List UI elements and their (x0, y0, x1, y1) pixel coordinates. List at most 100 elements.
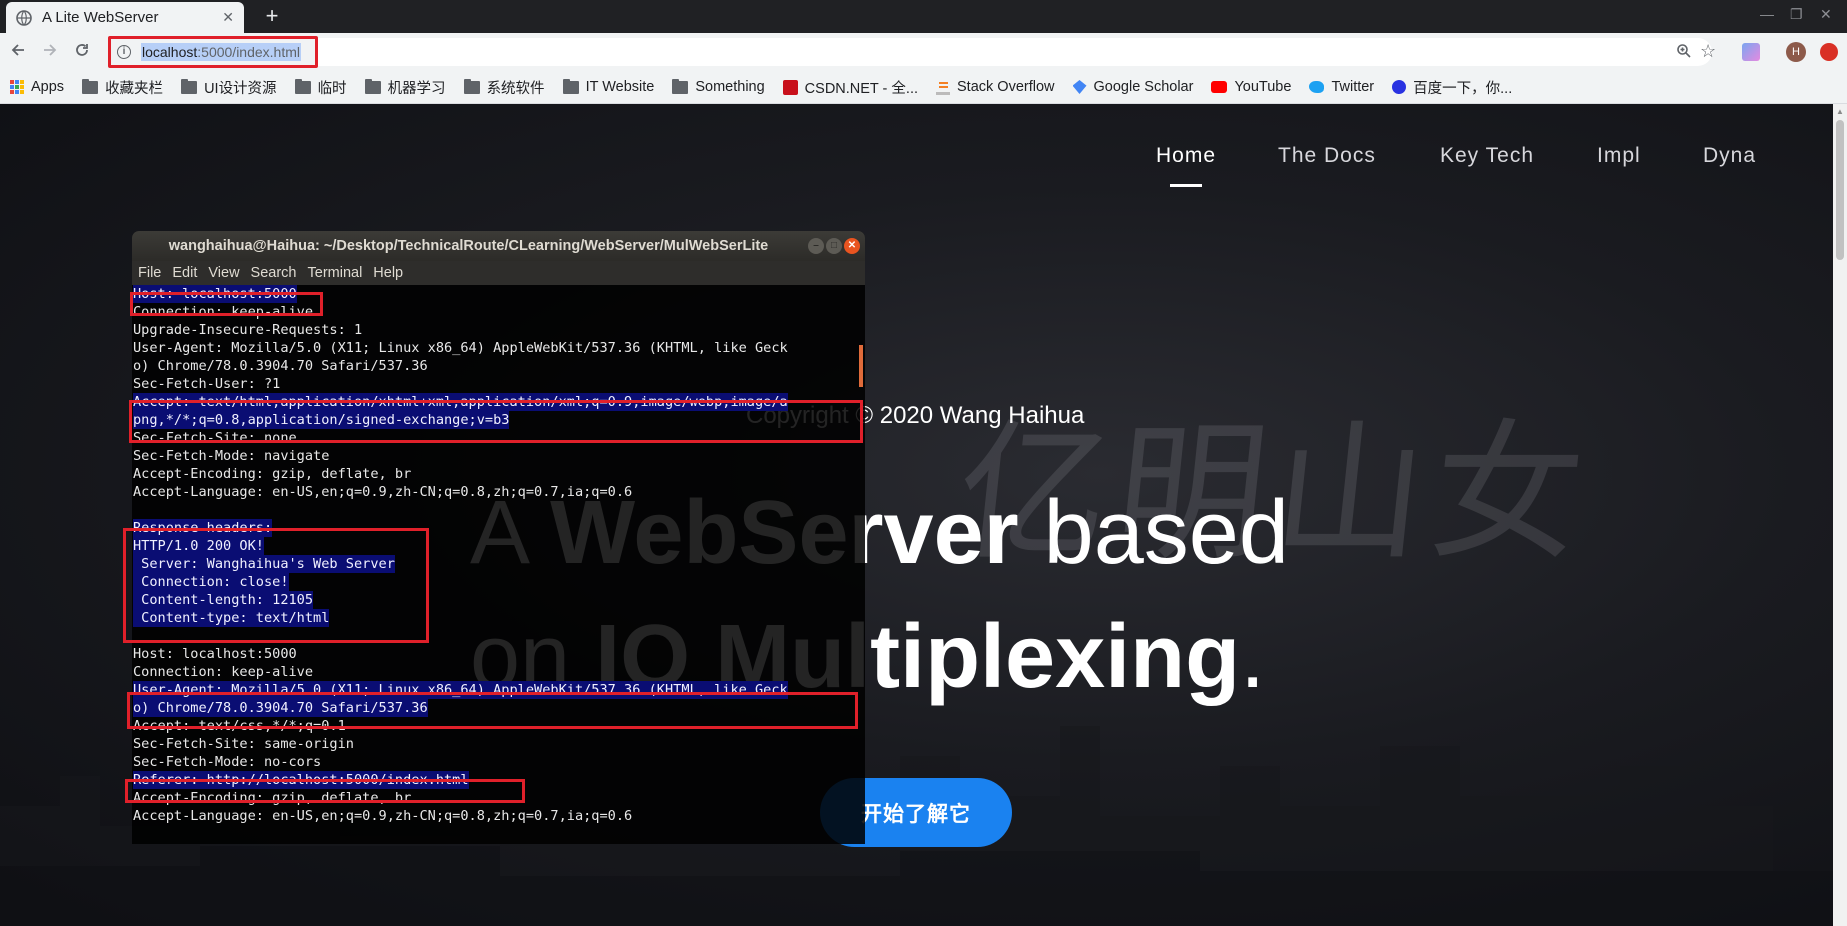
bookmark-label: Apps (31, 79, 65, 95)
bookmark-label: YouTube (1234, 79, 1292, 95)
bookmark-youtube[interactable]: YouTube (1211, 79, 1291, 95)
globe-icon (16, 9, 32, 26)
annotation-box-referer (125, 779, 525, 803)
bookmark-label: UI设计资源 (204, 80, 277, 97)
csdn-icon (782, 79, 798, 95)
youtube-icon (1211, 81, 1228, 93)
bookmark-folder[interactable]: UI设计资源 (181, 77, 277, 98)
url-text[interactable]: localhost:5000/index.html (141, 43, 301, 61)
url-path: :5000/index.html (197, 44, 300, 60)
menu-help[interactable]: Help (373, 265, 403, 281)
bookmark-label: 机器学习 (387, 80, 446, 97)
bookmark-label: IT Website (585, 79, 655, 95)
bookmarks-bar: Apps 收藏夹栏 UI设计资源 临时 机器学习 系统软件 IT Website… (0, 71, 1847, 104)
nav-home[interactable]: Home (1156, 144, 1216, 168)
page-scrollbar[interactable]: ▲ (1833, 104, 1847, 926)
browser-toolbar: i localhost:5000/index.html ☆ H (0, 33, 1847, 71)
avatar[interactable]: H (1786, 42, 1806, 62)
headline-text: . (1240, 607, 1266, 707)
terminal-line: Accept-Encoding: gzip, deflate, br (133, 466, 412, 482)
terminal-line: Accept-Language: en-US,en;q=0.9,zh-CN;q=… (133, 484, 633, 500)
bookmark-label: Stack Overflow (957, 79, 1055, 95)
menu-file[interactable]: File (138, 265, 161, 281)
terminal-line: Accept-Language: en-US,en;q=0.9,zh-CN;q=… (133, 808, 633, 824)
address-bar[interactable]: i localhost:5000/index.html ☆ (108, 36, 1716, 68)
folder-icon (463, 78, 480, 94)
folder-icon (562, 78, 579, 94)
menu-terminal[interactable]: Terminal (308, 265, 363, 281)
annotation-box-user-agent (127, 692, 858, 729)
terminal-titlebar[interactable]: wanghaihua@Haihua: ~/Desktop/TechnicalRo… (132, 231, 865, 261)
terminal-line: Upgrade-Insecure-Requests: 1 (133, 322, 363, 338)
menu-edit[interactable]: Edit (172, 265, 197, 281)
new-tab-button[interactable]: + (258, 4, 286, 28)
annotation-box-accept (129, 400, 863, 443)
bookmark-stackoverflow[interactable]: Stack Overflow (936, 79, 1055, 95)
bookmark-label: Twitter (1331, 79, 1375, 95)
terminal-line: o) Chrome/78.0.3904.70 Safari/537.36 (133, 358, 428, 374)
browser-tab[interactable]: A Lite WebServer ✕ (6, 2, 244, 33)
terminal-minimize-icon[interactable]: – (808, 238, 824, 254)
bookmark-label: Something (695, 79, 765, 95)
folder-icon (181, 78, 198, 94)
bookmark-folder[interactable]: 收藏夹栏 (82, 77, 163, 98)
bookmark-google-scholar[interactable]: Google Scholar (1072, 79, 1194, 95)
tab-strip: A Lite WebServer ✕ + — ❐ ✕ (0, 0, 1847, 33)
extension-update-icon[interactable] (1820, 43, 1838, 61)
terminal-maximize-icon[interactable]: □ (826, 238, 842, 254)
minimize-icon[interactable]: — (1760, 6, 1774, 22)
bookmark-folder[interactable]: 临时 (294, 77, 347, 98)
back-icon[interactable] (6, 40, 30, 64)
terminal-menubar: File Edit View Search Terminal Help (132, 261, 865, 285)
bookmark-folder[interactable]: IT Website (562, 78, 655, 95)
extension-icon[interactable] (1742, 43, 1760, 61)
bookmark-label: 百度一下，你... (1413, 80, 1513, 97)
nav-impl[interactable]: Impl (1597, 144, 1641, 168)
window-close-icon[interactable]: ✕ (1820, 6, 1832, 23)
bookmark-folder[interactable]: 机器学习 (364, 77, 446, 98)
menu-search[interactable]: Search (251, 265, 297, 281)
headline-text: based (1018, 483, 1289, 583)
nav-the-docs[interactable]: The Docs (1278, 144, 1376, 168)
star-icon[interactable]: ☆ (1700, 41, 1716, 62)
bookmark-label: Google Scholar (1093, 79, 1194, 95)
bookmark-label: CSDN.NET - 全... (804, 80, 918, 97)
terminal-line: Sec-Fetch-Mode: navigate (133, 448, 330, 464)
bookmark-folder[interactable]: 系统软件 (463, 77, 545, 98)
terminal-line: Sec-Fetch-Mode: no-cors (133, 754, 322, 770)
twitter-icon (1309, 81, 1325, 93)
tab-title: A Lite WebServer (42, 9, 159, 26)
bookmark-baidu[interactable]: 百度一下，你... (1392, 77, 1512, 98)
bookmark-folder[interactable]: Something (672, 78, 765, 95)
nav-key-tech[interactable]: Key Tech (1440, 144, 1534, 168)
terminal-line: Sec-Fetch-Site: same-origin (133, 736, 354, 752)
nav-active-indicator (1170, 184, 1202, 187)
baidu-icon (1392, 80, 1407, 94)
nav-dyna[interactable]: Dyna (1703, 144, 1756, 168)
scroll-up-icon[interactable]: ▲ (1836, 107, 1844, 116)
bookmark-apps[interactable]: Apps (10, 79, 64, 95)
zoom-icon[interactable] (1676, 43, 1692, 64)
bookmark-label: 收藏夹栏 (105, 80, 164, 97)
scholar-icon (1072, 80, 1087, 94)
terminal-scrollbar-thumb[interactable] (859, 345, 863, 387)
restore-icon[interactable]: ❐ (1790, 6, 1803, 23)
scrollbar-thumb[interactable] (1836, 120, 1844, 260)
folder-icon (294, 78, 311, 94)
reload-icon[interactable] (70, 40, 94, 64)
bookmark-csdn[interactable]: CSDN.NET - 全... (782, 77, 918, 98)
info-icon[interactable]: i (117, 45, 131, 59)
forward-icon[interactable] (38, 40, 62, 64)
bookmark-twitter[interactable]: Twitter (1309, 79, 1374, 95)
annotation-box-host (130, 292, 323, 316)
folder-icon (82, 78, 99, 94)
menu-view[interactable]: View (208, 265, 239, 281)
terminal-line: Connection: keep-alive (133, 664, 314, 680)
folder-icon (672, 78, 689, 94)
terminal-line: Sec-Fetch-User: ?1 (133, 376, 281, 392)
tab-close-icon[interactable]: ✕ (222, 9, 234, 26)
terminal-close-icon[interactable]: ✕ (844, 238, 860, 254)
url-highlight-box: i localhost:5000/index.html (108, 36, 318, 68)
url-host: localhost (142, 44, 198, 60)
